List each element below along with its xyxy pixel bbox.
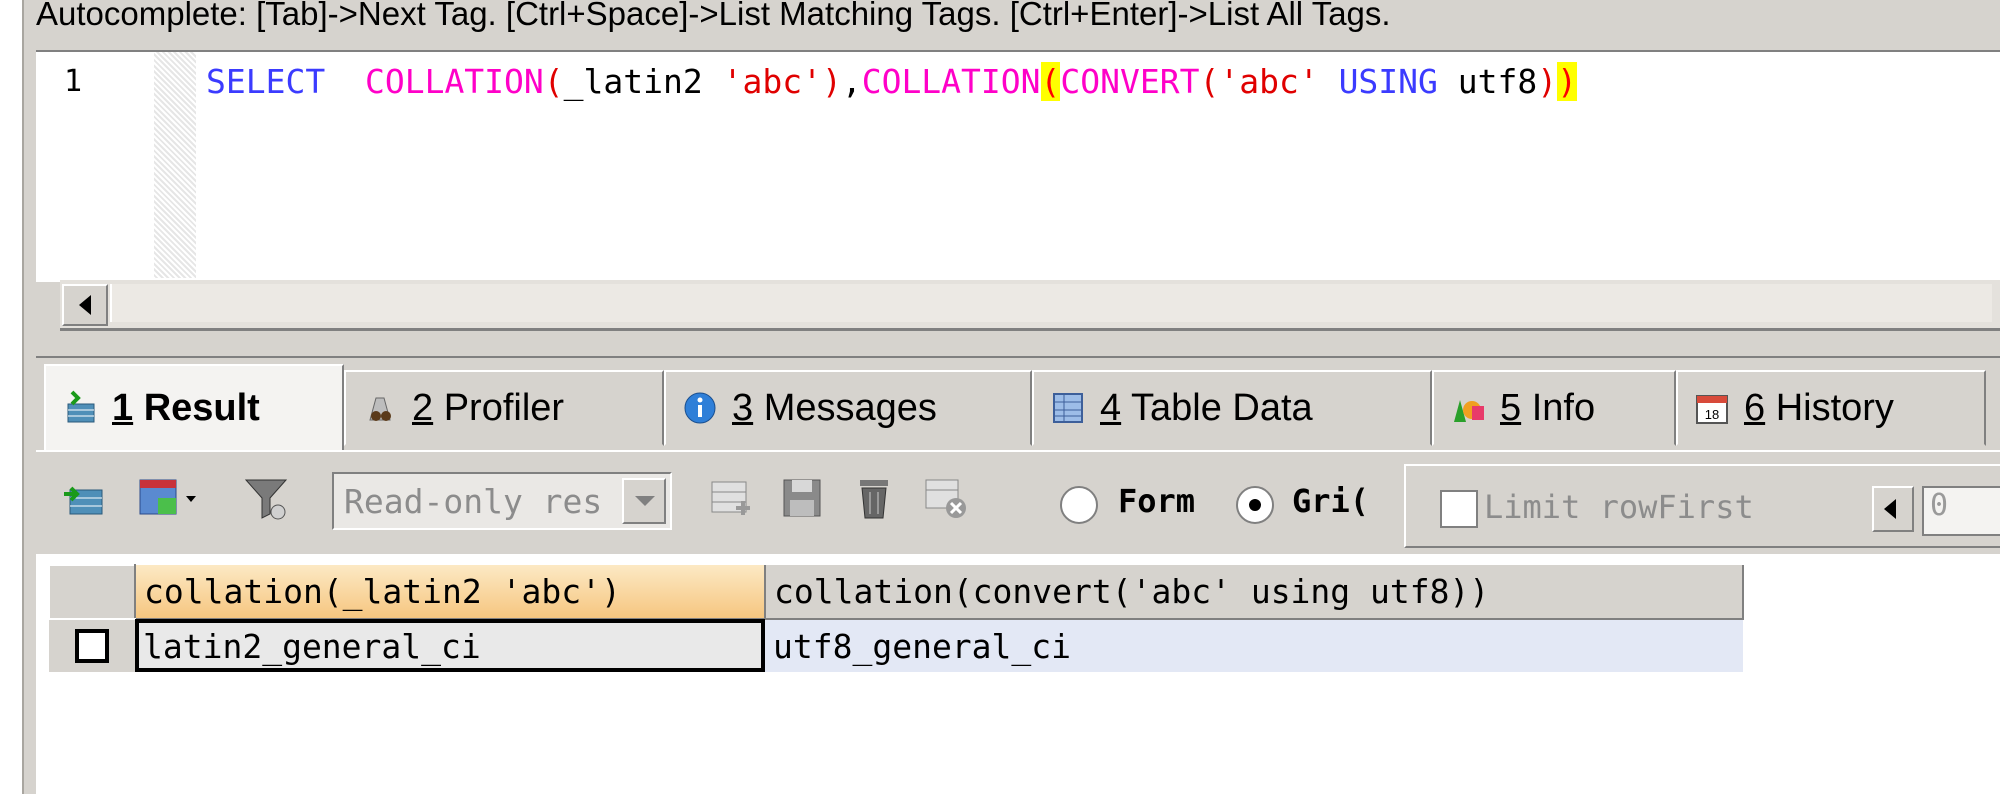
save-icon[interactable] <box>778 474 826 522</box>
table-cell[interactable]: utf8_general_ci <box>765 619 1743 672</box>
function-convert: CONVERT <box>1060 62 1200 101</box>
scroll-left-button[interactable] <box>62 284 108 326</box>
table-cell[interactable]: latin2_general_ci <box>135 619 765 672</box>
line-number: 1 <box>64 64 83 99</box>
delete-row-icon[interactable] <box>850 474 898 522</box>
table-icon <box>1053 393 1083 423</box>
limit-rows-label: Limit rowFirst <box>1484 488 1754 526</box>
form-view-radio[interactable] <box>1060 486 1098 524</box>
grid-corner[interactable] <box>48 564 136 620</box>
paren-close: ) <box>1537 62 1558 101</box>
line-number-gutter: 1 <box>36 52 154 282</box>
column-header[interactable]: collation(_latin2 'abc') <box>135 565 766 620</box>
tab-label: Profiler <box>443 386 565 429</box>
tab-info[interactable]: 5 Info <box>1432 370 1676 446</box>
result-mode-select[interactable]: Read-only res <box>332 472 672 530</box>
editor-horizontal-scrollbar[interactable] <box>60 278 2000 331</box>
paren-open: ( <box>543 62 564 101</box>
limit-rows-group: Limit rowFirst 0 <box>1404 464 2000 548</box>
tab-number: 3 <box>732 386 754 429</box>
tab-number: 4 <box>1100 386 1122 429</box>
profiler-icon <box>369 397 391 421</box>
arrow-left-icon <box>1884 499 1896 519</box>
paren-open: ( <box>1199 62 1220 101</box>
tab-number: 6 <box>1744 386 1766 429</box>
result-tabs: 1 Result 2 Profiler 3 Messages 4 Table D… <box>36 364 2000 450</box>
arrow-left-icon <box>79 295 91 315</box>
keyword-using: USING <box>1338 62 1438 101</box>
column-header[interactable]: collation(convert('abc' using utf8)) <box>765 565 1744 620</box>
form-view-label: Form <box>1118 482 1196 520</box>
result-mode-value: Read-only res <box>344 482 603 521</box>
function-collation: COLLATION <box>364 62 544 101</box>
radio-selected-dot <box>1249 499 1261 511</box>
sql-editor[interactable]: 1 SELECT COLLATION(_latin2 'abc'),COLLAT… <box>36 50 2000 282</box>
filter-icon[interactable] <box>242 474 290 522</box>
tab-history[interactable]: 18 6 History <box>1676 370 1986 446</box>
string-literal: 'abc' <box>722 62 822 101</box>
grid-view-label: Gri( <box>1292 482 1370 520</box>
chevron-down-icon[interactable] <box>622 478 666 524</box>
tab-number: 1 <box>112 386 134 429</box>
table-row: latin2_general_ci utf8_general_ci <box>49 619 1743 672</box>
grid-view-radio[interactable] <box>1236 486 1274 524</box>
autocomplete-hint-bar: Autocomplete: [Tab]->Next Tag. [Ctrl+Spa… <box>36 0 2000 38</box>
info-icon <box>684 392 716 424</box>
scrollbar-thumb[interactable] <box>110 284 1992 322</box>
limit-rows-checkbox[interactable] <box>1440 490 1478 528</box>
cancel-changes-icon[interactable] <box>922 474 970 522</box>
row-selector[interactable] <box>49 619 135 672</box>
result-icon <box>67 390 95 423</box>
tab-label: History <box>1775 386 1894 429</box>
charset-name: utf8 <box>1457 62 1538 101</box>
add-row-icon[interactable] <box>706 474 754 522</box>
tab-table-data[interactable]: 4 Table Data <box>1032 370 1432 446</box>
tab-number: 2 <box>412 386 434 429</box>
tab-result[interactable]: 1 Result <box>44 364 344 450</box>
function-collation: COLLATION <box>861 62 1041 101</box>
paren-close: ) <box>821 62 842 101</box>
result-grid-area: collation(_latin2 'abc') collation(conve… <box>36 554 2000 794</box>
result-grid: collation(_latin2 'abc') collation(conve… <box>48 564 1744 672</box>
tab-label: Info <box>1531 386 1596 429</box>
string-literal: 'abc' <box>1219 62 1319 101</box>
comma: , <box>841 62 862 101</box>
export-results-icon[interactable] <box>60 474 108 522</box>
keyword-select: SELECT <box>206 62 326 101</box>
result-view-dropdown-icon[interactable] <box>136 474 202 522</box>
matched-paren-close: ) <box>1557 62 1578 101</box>
previous-page-button[interactable] <box>1872 486 1914 532</box>
fold-margin <box>154 52 196 282</box>
sql-code-line[interactable]: SELECT COLLATION(_latin2 'abc'),COLLATIO… <box>206 60 1578 104</box>
grid-header-row: collation(_latin2 'abc') collation(conve… <box>48 564 1744 620</box>
charset-introducer: _latin2 <box>563 62 703 101</box>
tab-label: Result <box>143 386 260 429</box>
left-window-edge <box>0 0 24 794</box>
first-row-input[interactable]: 0 <box>1922 486 2000 536</box>
shapes-icon <box>1454 400 1484 422</box>
tab-number: 5 <box>1500 386 1522 429</box>
tab-label: Messages <box>763 386 937 429</box>
matched-paren-open: ( <box>1040 62 1061 101</box>
tab-label: Table Data <box>1131 386 1313 429</box>
calendar-icon: 18 <box>1696 395 1728 424</box>
tab-profiler[interactable]: 2 Profiler <box>344 370 664 446</box>
pane-splitter[interactable] <box>36 336 2000 358</box>
result-toolbar: Read-only res Form Gri( Limit rowFirst 0 <box>36 450 2000 556</box>
row-checkbox[interactable] <box>75 629 109 663</box>
tab-messages[interactable]: 3 Messages <box>664 370 1032 446</box>
calendar-day: 18 <box>1705 407 1719 422</box>
